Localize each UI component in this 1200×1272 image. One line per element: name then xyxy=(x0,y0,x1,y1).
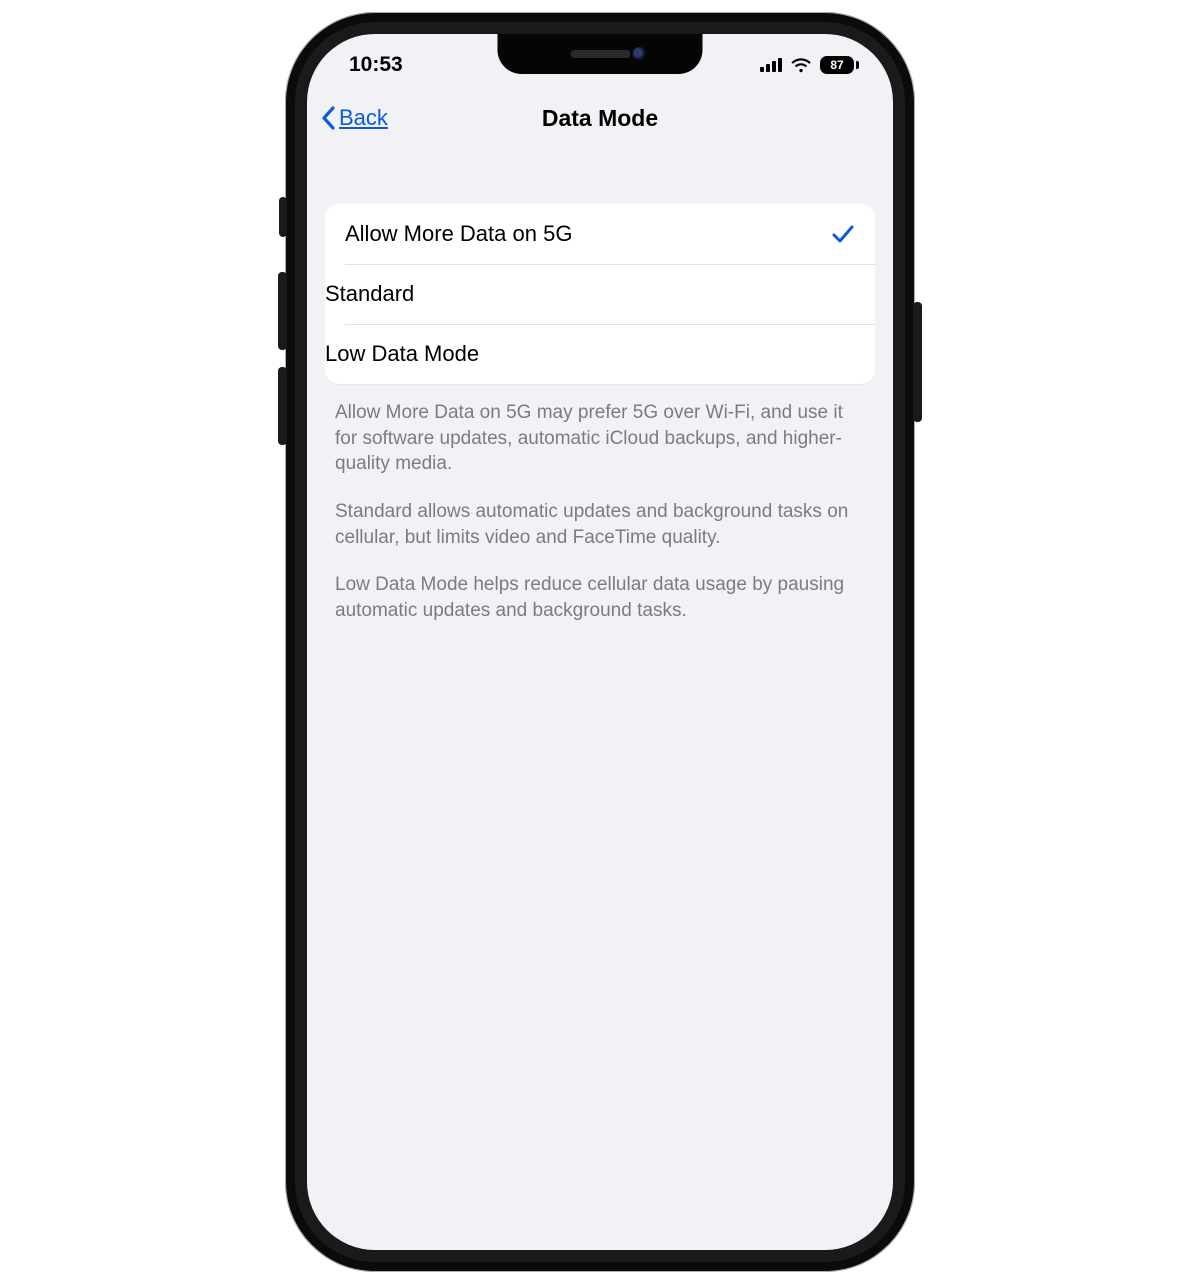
silence-switch[interactable] xyxy=(279,197,287,237)
description-allow-more-data: Allow More Data on 5G may prefer 5G over… xyxy=(335,400,865,477)
option-label: Low Data Mode xyxy=(325,341,479,367)
battery-indicator: 87 xyxy=(820,56,859,74)
power-button[interactable] xyxy=(913,302,922,422)
screen: 10:53 87 xyxy=(307,34,893,1250)
options-description: Allow More Data on 5G may prefer 5G over… xyxy=(335,400,865,623)
battery-percent: 87 xyxy=(830,58,843,72)
chevron-left-icon xyxy=(321,106,337,130)
option-low-data-mode[interactable]: Low Data Mode xyxy=(325,324,875,384)
option-label: Allow More Data on 5G xyxy=(345,221,572,247)
navigation-bar: Back Data Mode xyxy=(307,90,893,146)
description-low-data-mode: Low Data Mode helps reduce cellular data… xyxy=(335,572,865,623)
phone-frame: 10:53 87 xyxy=(285,12,915,1272)
data-mode-options: Allow More Data on 5G Standard Low Data … xyxy=(325,204,875,384)
back-label: Back xyxy=(339,105,388,131)
option-allow-more-data-5g[interactable]: Allow More Data on 5G xyxy=(325,204,875,264)
wifi-icon xyxy=(790,57,812,73)
status-time: 10:53 xyxy=(349,53,403,77)
page-title: Data Mode xyxy=(542,105,658,132)
phone-bezel: 10:53 87 xyxy=(295,22,905,1262)
checkmark-icon xyxy=(831,223,855,245)
option-label: Standard xyxy=(325,281,414,307)
status-bar: 10:53 87 xyxy=(307,34,893,90)
volume-up-button[interactable] xyxy=(278,272,287,350)
cellular-signal-icon xyxy=(760,58,782,72)
volume-down-button[interactable] xyxy=(278,367,287,445)
back-button[interactable]: Back xyxy=(321,105,388,131)
description-standard: Standard allows automatic updates and ba… xyxy=(335,499,865,550)
option-standard[interactable]: Standard xyxy=(325,264,875,324)
